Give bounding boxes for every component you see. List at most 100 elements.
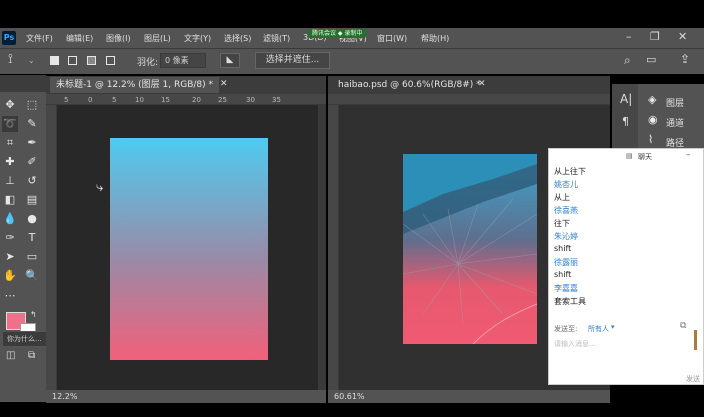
chat-message: 从上往下 — [554, 167, 586, 176]
chat-message: shift — [554, 244, 572, 253]
type-tool-icon[interactable]: T — [24, 230, 40, 246]
channels-panel-label[interactable]: 通道 — [666, 116, 684, 129]
send-to-select[interactable]: 所有人 — [588, 324, 609, 334]
eraser-tool-icon[interactable]: ◧ — [2, 192, 18, 208]
menu-select[interactable]: 选择(S) — [224, 33, 251, 44]
send-button[interactable]: 发送 — [686, 374, 700, 384]
menu-help[interactable]: 帮助(H) — [421, 33, 449, 44]
doc1-scrollbar[interactable] — [318, 105, 326, 390]
new-selection-icon[interactable] — [50, 56, 59, 65]
chat-resize-handle[interactable] — [694, 330, 697, 350]
chevron-down-icon[interactable]: ⌄ — [28, 56, 35, 65]
menu-type[interactable]: 文字(Y) — [184, 33, 211, 44]
tools-panel-header — [0, 75, 46, 92]
crop-tool-icon[interactable]: ⌗ — [2, 135, 18, 151]
doc1-close-icon[interactable]: ✕ — [220, 79, 228, 89]
doc1-ruler-vertical — [46, 105, 57, 390]
stamp-tool-icon[interactable]: ⊥ — [2, 173, 18, 189]
chat-minimize-icon[interactable]: – — [686, 150, 691, 160]
add-selection-icon[interactable] — [68, 56, 77, 65]
lasso-cursor-icon: ⤷ — [96, 180, 104, 195]
chat-sender-name: 姚杏儿 — [554, 180, 578, 189]
ruler-tick: 5 — [112, 96, 117, 104]
meeting-recording-banner[interactable]: 腾讯会议 ◆ 录制中 — [308, 29, 367, 38]
doc2-ruler-horizontal — [328, 94, 610, 105]
chevron-down-icon[interactable]: ▾ — [611, 323, 615, 331]
subtract-selection-icon[interactable] — [87, 56, 96, 65]
hand-tool-icon[interactable]: ✋ — [2, 268, 18, 284]
minimize-icon[interactable]: – — [626, 30, 632, 43]
shape-tool-icon[interactable]: ▭ — [24, 249, 40, 265]
share-icon[interactable]: ⇪ — [680, 52, 690, 66]
send-to-label: 发送至: — [554, 325, 578, 333]
marquee-tool-icon[interactable]: ⬚ — [24, 97, 40, 113]
doc1-gradient-artboard[interactable] — [110, 138, 268, 360]
select-and-mask-button[interactable]: 选择并遮住... — [255, 52, 330, 69]
ruler-tick: 30 — [246, 96, 255, 104]
search-icon[interactable]: ⌕ — [624, 53, 631, 68]
photoshop-logo: Ps — [2, 31, 16, 45]
ruler-tick: 35 — [272, 96, 281, 104]
layers-icon[interactable]: ◈ — [648, 93, 656, 106]
swap-colors-icon[interactable]: ↰ — [30, 310, 37, 319]
doc2-close-icon[interactable]: ✕ — [478, 79, 486, 89]
top-black-bar — [0, 0, 704, 28]
ruler-tick: 20 — [192, 96, 201, 104]
layers-panel-label[interactable]: 图层 — [666, 96, 684, 109]
restore-icon[interactable]: ❐ — [650, 30, 660, 43]
doc2-zoom-status[interactable]: 60.61% — [328, 390, 610, 403]
doc1-zoom-status[interactable]: 12.2% — [46, 390, 326, 403]
quick-select-tool-icon[interactable]: ✎ — [24, 116, 40, 132]
more-tools-icon[interactable]: ⋯ — [2, 288, 18, 304]
workspace-icon[interactable]: ▭ — [646, 53, 656, 66]
ruler-tick: 10 — [135, 96, 144, 104]
screenshot-icon[interactable]: ⧉ — [680, 321, 686, 331]
ruler-tick: 15 — [161, 96, 170, 104]
ruler-tick: 5 — [64, 96, 69, 104]
ruler-tick: 25 — [218, 96, 227, 104]
chat-message: shift — [554, 270, 572, 279]
lasso-tool-preset-icon[interactable]: ⟟ — [8, 52, 13, 67]
menu-image[interactable]: 图像(I) — [106, 33, 131, 44]
chat-message: 从上 — [554, 193, 570, 202]
feather-input[interactable]: 0 像素 — [160, 53, 206, 68]
gradient-tool-icon[interactable]: ▤ — [24, 192, 40, 208]
screen-mode-icon[interactable]: ⧉ — [28, 350, 35, 361]
paragraph-icon[interactable]: ¶ — [622, 115, 629, 128]
channels-icon[interactable]: ◉ — [648, 113, 658, 126]
chat-sender-name: 徐喜燕 — [554, 206, 578, 215]
paths-icon[interactable]: ⌇ — [648, 133, 653, 146]
history-brush-icon[interactable]: ↺ — [24, 173, 40, 189]
pen-tool-icon[interactable]: ✑ — [2, 230, 18, 246]
quick-mask-icon[interactable]: ◫ — [6, 350, 15, 361]
ruler-tick: 0 — [88, 96, 93, 104]
doc2-poster-artwork[interactable] — [403, 154, 537, 344]
close-icon[interactable]: ✕ — [678, 30, 687, 43]
character-icon[interactable]: A| — [620, 92, 632, 106]
path-select-tool-icon[interactable]: ➤ — [2, 249, 18, 265]
chat-input[interactable]: 请输入消息... — [554, 339, 596, 349]
chat-sender-name: 徐露丽 — [554, 258, 578, 267]
menu-edit[interactable]: 编辑(E) — [66, 33, 93, 44]
chat-sender-name: 朱沁婷 — [554, 232, 578, 241]
menu-layer[interactable]: 图层(L) — [144, 33, 171, 44]
menu-file[interactable]: 文件(F) — [26, 33, 53, 44]
blur-tool-icon[interactable]: 💧 — [2, 211, 18, 227]
healing-brush-icon[interactable]: ✚ — [2, 154, 18, 170]
intersect-selection-icon[interactable] — [106, 56, 115, 65]
eyedropper-tool-icon[interactable]: ✒ — [24, 135, 40, 151]
doc1-tab[interactable]: 未标题-1 @ 12.2% (图层 1, RGB/8) * — [50, 77, 219, 93]
doc2-ruler-vertical — [328, 105, 339, 390]
zoom-tool-icon[interactable]: 🔍 — [24, 268, 40, 284]
dodge-tool-icon[interactable]: ● — [24, 211, 40, 227]
brush-tool-icon[interactable]: ✐ — [24, 154, 40, 170]
chat-sender-name: 李嘉嘉 — [554, 284, 578, 293]
chat-message: 套索工具 — [554, 297, 586, 306]
menu-filter[interactable]: 滤镜(T) — [263, 33, 290, 44]
chat-icon: ▤ — [626, 152, 633, 160]
lasso-tool-icon[interactable]: ➰ — [2, 116, 18, 132]
doc2-tab[interactable]: haibao.psd @ 60.6%(RGB/8#) * — [332, 77, 487, 93]
anti-alias-icon[interactable]: ◣ — [220, 53, 240, 68]
move-tool-icon[interactable]: ✥ — [2, 97, 18, 113]
menu-window[interactable]: 窗口(W) — [377, 33, 407, 44]
